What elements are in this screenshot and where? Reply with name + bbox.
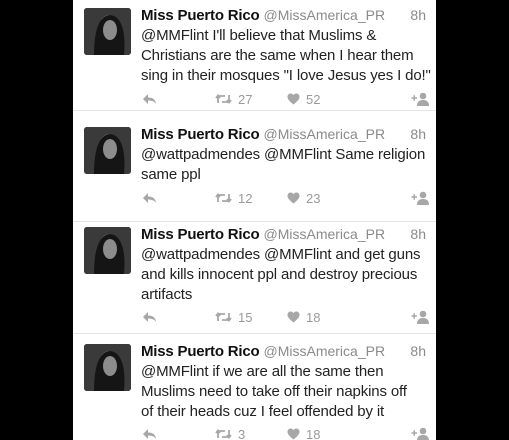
tweet-text-line: @wattpadmendes @MMFlint Same religion bbox=[141, 146, 426, 163]
tweet-actions: 27 52 bbox=[141, 90, 431, 108]
retweet-button[interactable]: 3 bbox=[215, 425, 245, 440]
follow-button[interactable] bbox=[411, 308, 430, 326]
heart-icon bbox=[287, 311, 300, 323]
retweet-button[interactable]: 12 bbox=[215, 189, 252, 207]
like-count: 18 bbox=[306, 309, 321, 325]
tweet[interactable]: Miss Puerto Rico @MissAmerica_PR 8h @MMFl… bbox=[73, 0, 436, 111]
follow-icon bbox=[411, 427, 429, 440]
tweet-header: Miss Puerto Rico @MissAmerica_PR 8h bbox=[141, 226, 426, 246]
display-name[interactable]: Miss Puerto Rico bbox=[141, 343, 260, 360]
timestamp[interactable]: 8h bbox=[410, 343, 426, 359]
reply-icon bbox=[143, 193, 156, 203]
avatar[interactable] bbox=[84, 227, 131, 274]
reply-button[interactable] bbox=[142, 308, 157, 326]
reply-button[interactable] bbox=[142, 189, 157, 207]
tweet-text-line: of their heads cuz I feel offended by it bbox=[141, 403, 385, 420]
tweet-text-line: Christians are the same when I hear them bbox=[141, 47, 414, 64]
follow-button[interactable] bbox=[411, 90, 430, 108]
timestamp[interactable]: 8h bbox=[410, 126, 426, 142]
like-button[interactable]: 18 bbox=[287, 425, 320, 440]
retweet-icon bbox=[215, 312, 232, 322]
display-name[interactable]: Miss Puerto Rico bbox=[141, 126, 260, 143]
tweet-text-line: sing in their mosques "I love Jesus yes … bbox=[141, 67, 431, 84]
tweet[interactable]: Miss Puerto Rico @MissAmerica_PR 8h @watt… bbox=[73, 119, 436, 222]
reply-button[interactable] bbox=[142, 90, 157, 108]
follow-icon bbox=[411, 191, 429, 205]
like-button[interactable]: 52 bbox=[287, 90, 320, 108]
tweet-text: @wattpadmendes @MMFlint and get guns and… bbox=[141, 245, 431, 305]
tweet-text-line: same ppl bbox=[141, 166, 201, 183]
display-name[interactable]: Miss Puerto Rico bbox=[141, 226, 260, 243]
retweet-count: 27 bbox=[238, 91, 253, 107]
retweet-icon bbox=[215, 429, 232, 439]
display-name[interactable]: Miss Puerto Rico bbox=[141, 7, 260, 24]
tweet-text: @MMFlint I'll believe that Muslims & Chr… bbox=[141, 26, 431, 86]
like-count: 52 bbox=[306, 91, 321, 107]
reply-icon bbox=[143, 94, 156, 104]
tweet-text-line: @MMFlint I'll believe that Muslims & bbox=[141, 27, 377, 44]
retweet-button[interactable]: 27 bbox=[215, 90, 252, 108]
heart-icon bbox=[287, 428, 300, 440]
reply-icon bbox=[143, 312, 156, 322]
tweet-header: Miss Puerto Rico @MissAmerica_PR 8h bbox=[141, 7, 426, 27]
tweet-actions: 3 18 bbox=[141, 425, 431, 440]
reply-icon bbox=[143, 429, 156, 439]
tweet[interactable]: Miss Puerto Rico @MissAmerica_PR 8h @watt… bbox=[73, 219, 436, 334]
heart-icon bbox=[287, 93, 300, 105]
tweet-text: @wattpadmendes @MMFlint Same religion sa… bbox=[141, 145, 431, 185]
avatar[interactable] bbox=[84, 8, 131, 55]
follow-icon bbox=[411, 92, 429, 106]
retweet-count: 15 bbox=[238, 309, 253, 325]
retweet-button[interactable]: 15 bbox=[215, 308, 252, 326]
avatar[interactable] bbox=[84, 127, 131, 174]
tweet-text-line: and kills innocent ppl and destroy preci… bbox=[141, 266, 418, 283]
tweet-text-line: @MMFlint if we are all the same then bbox=[141, 363, 384, 380]
reply-button[interactable] bbox=[142, 425, 157, 440]
like-count: 23 bbox=[306, 190, 321, 206]
tweet-text-line: artifacts bbox=[141, 286, 193, 303]
user-handle[interactable]: @MissAmerica_PR bbox=[264, 343, 386, 359]
retweet-count: 3 bbox=[238, 426, 246, 440]
tweet-feed: Miss Puerto Rico @MissAmerica_PR 8h @MMFl… bbox=[73, 0, 436, 440]
heart-icon bbox=[287, 192, 300, 204]
like-button[interactable]: 23 bbox=[287, 189, 320, 207]
tweet-text-line: Muslims need to take off their napkins o… bbox=[141, 383, 407, 400]
tweet[interactable]: Miss Puerto Rico @MissAmerica_PR 8h @MMFl… bbox=[73, 336, 436, 440]
tweet-header: Miss Puerto Rico @MissAmerica_PR 8h bbox=[141, 126, 426, 146]
avatar[interactable] bbox=[84, 344, 131, 391]
timestamp[interactable]: 8h bbox=[410, 7, 426, 23]
like-button[interactable]: 18 bbox=[287, 308, 320, 326]
retweet-icon bbox=[215, 193, 232, 203]
follow-icon bbox=[411, 310, 429, 324]
retweet-count: 12 bbox=[238, 190, 253, 206]
tweet-actions: 12 23 bbox=[141, 189, 431, 207]
tweet-actions: 15 18 bbox=[141, 308, 431, 326]
timestamp[interactable]: 8h bbox=[410, 226, 426, 242]
follow-button[interactable] bbox=[411, 425, 430, 440]
follow-button[interactable] bbox=[411, 189, 430, 207]
user-handle[interactable]: @MissAmerica_PR bbox=[264, 126, 386, 142]
tweet-text: @MMFlint if we are all the same then Mus… bbox=[141, 362, 431, 422]
like-count: 18 bbox=[306, 426, 321, 440]
tweet-header: Miss Puerto Rico @MissAmerica_PR 8h bbox=[141, 343, 426, 363]
retweet-icon bbox=[215, 94, 232, 104]
user-handle[interactable]: @MissAmerica_PR bbox=[264, 7, 386, 23]
user-handle[interactable]: @MissAmerica_PR bbox=[264, 226, 386, 242]
tweet-text-line: @wattpadmendes @MMFlint and get guns bbox=[141, 246, 421, 263]
